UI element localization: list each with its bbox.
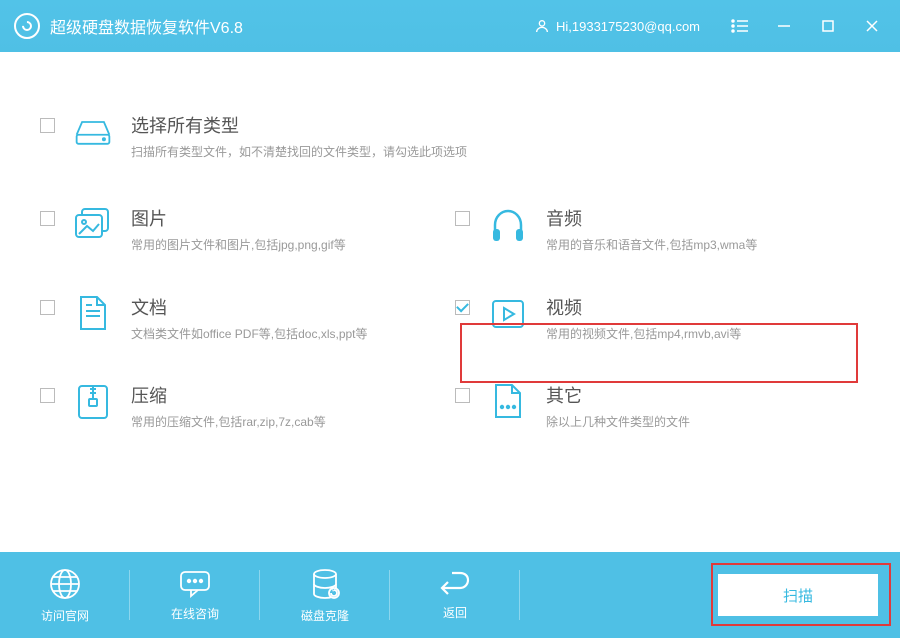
option-video-desc: 常用的视频文件,包括mp4,rmvb,avi等 bbox=[546, 326, 860, 343]
maximize-button[interactable] bbox=[806, 0, 850, 52]
checkbox-image[interactable] bbox=[40, 211, 55, 226]
option-other-title: 其它 bbox=[546, 382, 860, 408]
footer-clone[interactable]: 磁盘克隆 bbox=[260, 552, 390, 638]
option-archive: 压缩 常用的压缩文件,包括rar,zip,7z,cab等 bbox=[40, 382, 445, 431]
checkbox-audio[interactable] bbox=[455, 211, 470, 226]
close-button[interactable] bbox=[850, 0, 894, 52]
archive-icon bbox=[73, 382, 113, 422]
option-other-desc: 除以上几种文件类型的文件 bbox=[546, 414, 860, 431]
footer-back-label: 返回 bbox=[443, 604, 467, 621]
footer: 访问官网 在线咨询 磁盘克隆 返回 扫描 bbox=[0, 552, 900, 638]
option-image: 图片 常用的图片文件和图片,包括jpg,png,gif等 bbox=[40, 205, 445, 254]
option-video-title: 视频 bbox=[546, 294, 860, 320]
user-greeting: Hi,1933175230@qq.com bbox=[556, 19, 700, 34]
chat-icon bbox=[178, 569, 212, 599]
option-doc-title: 文档 bbox=[131, 294, 445, 320]
app-title: 超级硬盘数据恢复软件V6.8 bbox=[50, 14, 534, 38]
footer-website[interactable]: 访问官网 bbox=[0, 552, 130, 638]
footer-website-label: 访问官网 bbox=[41, 607, 89, 624]
option-video: 视频 常用的视频文件,包括mp4,rmvb,avi等 bbox=[455, 294, 860, 343]
image-icon bbox=[73, 205, 113, 245]
option-audio-title: 音频 bbox=[546, 205, 860, 231]
footer-chat[interactable]: 在线咨询 bbox=[130, 552, 260, 638]
option-doc-desc: 文档类文件如office PDF等,包括doc,xls,ppt等 bbox=[131, 326, 445, 343]
user-icon bbox=[534, 18, 550, 34]
other-file-icon bbox=[488, 382, 528, 422]
checkbox-all[interactable] bbox=[40, 118, 55, 133]
option-image-title: 图片 bbox=[131, 205, 445, 231]
option-other: 其它 除以上几种文件类型的文件 bbox=[455, 382, 860, 431]
option-archive-desc: 常用的压缩文件,包括rar,zip,7z,cab等 bbox=[131, 414, 445, 431]
option-audio-desc: 常用的音乐和语音文件,包括mp3,wma等 bbox=[546, 237, 860, 254]
back-icon bbox=[438, 570, 472, 598]
footer-clone-label: 磁盘克隆 bbox=[301, 607, 349, 624]
disk-clone-icon bbox=[310, 567, 340, 601]
maximize-icon bbox=[822, 20, 834, 32]
menu-icon bbox=[731, 19, 749, 33]
checkbox-archive[interactable] bbox=[40, 388, 55, 403]
checkbox-doc[interactable] bbox=[40, 300, 55, 315]
checkbox-other[interactable] bbox=[455, 388, 470, 403]
minimize-button[interactable] bbox=[762, 0, 806, 52]
option-image-desc: 常用的图片文件和图片,包括jpg,png,gif等 bbox=[131, 237, 445, 254]
footer-chat-label: 在线咨询 bbox=[171, 605, 219, 622]
scan-button-label: 扫描 bbox=[783, 585, 813, 606]
headphones-icon bbox=[488, 205, 528, 245]
option-doc: 文档 文档类文件如office PDF等,包括doc,xls,ppt等 bbox=[40, 294, 445, 343]
checkbox-video[interactable] bbox=[455, 300, 470, 315]
video-icon bbox=[488, 294, 528, 334]
option-all-title: 选择所有类型 bbox=[131, 112, 860, 138]
document-icon bbox=[73, 294, 113, 334]
option-all-desc: 扫描所有类型文件，如不清楚找回的文件类型，请勾选此项选项 bbox=[131, 144, 860, 161]
close-icon bbox=[865, 19, 879, 33]
options-grid: 图片 常用的图片文件和图片,包括jpg,png,gif等 音频 常用的音乐和语音… bbox=[40, 205, 860, 431]
user-account[interactable]: Hi,1933175230@qq.com bbox=[534, 18, 700, 34]
window-controls bbox=[718, 0, 894, 52]
harddrive-icon bbox=[73, 112, 113, 152]
menu-button[interactable] bbox=[718, 0, 762, 52]
content-area: 选择所有类型 扫描所有类型文件，如不清楚找回的文件类型，请勾选此项选项 图片 常… bbox=[0, 52, 900, 552]
minimize-icon bbox=[777, 19, 791, 33]
globe-icon bbox=[48, 567, 82, 601]
option-all: 选择所有类型 扫描所有类型文件，如不清楚找回的文件类型，请勾选此项选项 bbox=[40, 112, 860, 161]
footer-back[interactable]: 返回 bbox=[390, 552, 520, 638]
titlebar: 超级硬盘数据恢复软件V6.8 Hi,1933175230@qq.com bbox=[0, 0, 900, 52]
option-audio: 音频 常用的音乐和语音文件,包括mp3,wma等 bbox=[455, 205, 860, 254]
app-logo-icon bbox=[14, 13, 40, 39]
scan-button[interactable]: 扫描 bbox=[718, 574, 878, 616]
option-archive-title: 压缩 bbox=[131, 382, 445, 408]
